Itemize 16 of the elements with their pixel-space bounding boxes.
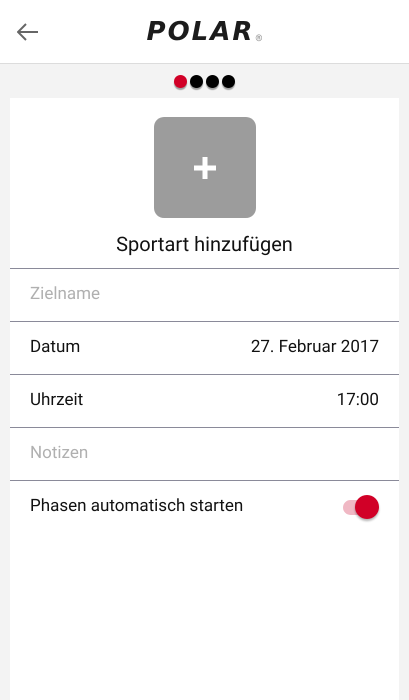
field-value: 17:00	[336, 389, 379, 412]
toggle-label: Phasen automatisch starten	[30, 495, 244, 518]
add-sport-button[interactable]	[154, 117, 256, 218]
text-field[interactable]: Notizen	[30, 441, 379, 467]
registered-mark: ®	[255, 32, 262, 46]
toggle-switch[interactable]	[341, 495, 379, 519]
field-label: Uhrzeit	[30, 389, 84, 412]
field-label: Datum	[30, 336, 80, 360]
field-value: 27. Februar 2017	[250, 336, 379, 360]
back-arrow-icon	[17, 22, 39, 40]
plus-icon	[192, 156, 216, 180]
text-field[interactable]: Zielname	[30, 282, 379, 308]
add-sport-label: Sportart hinzufügen	[116, 232, 293, 256]
brand-logo: POLAR	[146, 19, 254, 45]
field-row[interactable]: Datum 27. Februar 2017	[10, 321, 399, 374]
field-row[interactable]: Uhrzeit 17:00	[10, 374, 399, 427]
